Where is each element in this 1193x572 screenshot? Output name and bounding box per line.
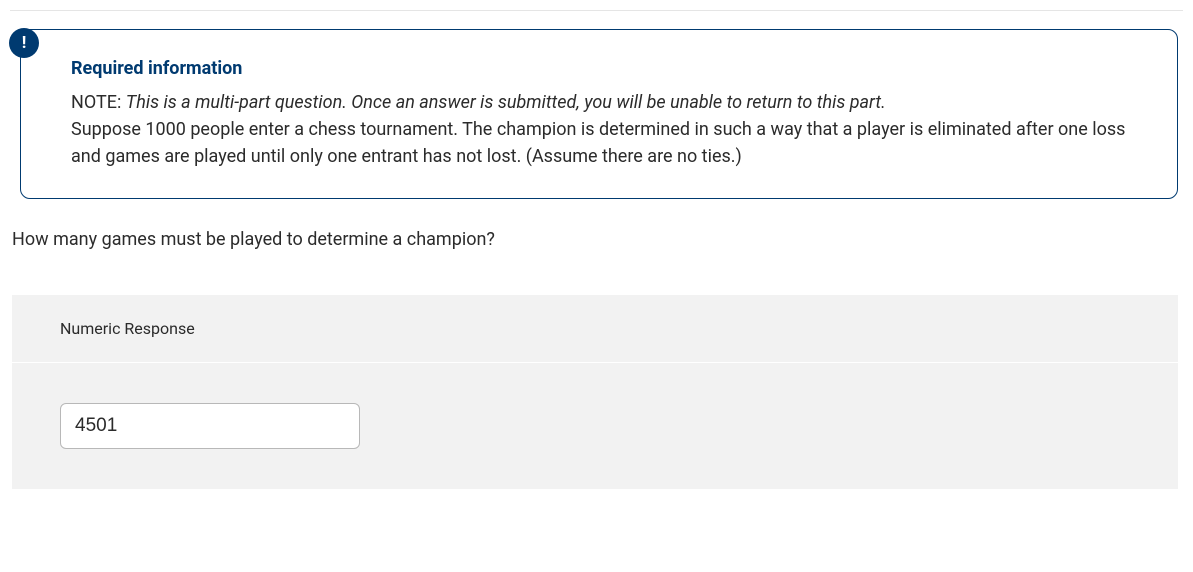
required-info-box: Required information NOTE: This is a mul…	[20, 29, 1178, 199]
required-info-container: ! Required information NOTE: This is a m…	[20, 29, 1178, 199]
info-body: Suppose 1000 people enter a chess tourna…	[71, 116, 1137, 170]
response-header: Numeric Response	[12, 295, 1178, 363]
exclamation-icon: !	[22, 35, 27, 52]
info-heading: Required information	[71, 58, 1137, 79]
top-divider	[10, 10, 1183, 11]
question-text: How many games must be played to determi…	[10, 229, 1183, 250]
response-body	[12, 363, 1178, 489]
alert-badge: !	[9, 28, 39, 58]
response-panel: Numeric Response	[12, 295, 1178, 489]
note-label: NOTE:	[71, 92, 121, 113]
info-note: NOTE: This is a multi-part question. Onc…	[71, 89, 1137, 116]
response-label: Numeric Response	[60, 319, 1130, 338]
note-text: This is a multi-part question. Once an a…	[126, 92, 886, 113]
numeric-response-input[interactable]	[60, 403, 360, 449]
